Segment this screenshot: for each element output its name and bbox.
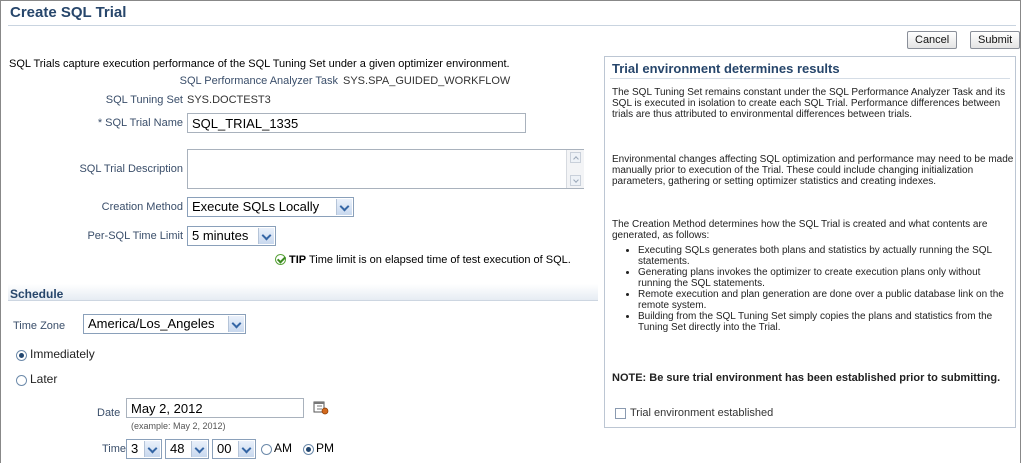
scroll-down-icon[interactable] xyxy=(570,175,581,186)
time-limit-label: Per-SQL Time Limit xyxy=(87,230,183,242)
date-label: Date xyxy=(97,407,121,419)
chevron-down-icon[interactable] xyxy=(336,199,352,215)
description-scrollbar[interactable] xyxy=(566,150,584,188)
chevron-down-icon[interactable] xyxy=(144,441,160,457)
hour-select[interactable]: 3 xyxy=(126,439,162,459)
spa-task-value: SYS.SPA_GUIDED_WORKFLOW xyxy=(343,75,511,87)
calendar-icon[interactable] xyxy=(313,400,329,415)
pm-label: PM xyxy=(316,441,334,455)
trial-description-textarea[interactable] xyxy=(187,149,584,189)
title-divider xyxy=(8,25,1016,26)
panel-paragraph-1: The SQL Tuning Set remains constant unde… xyxy=(612,87,1006,120)
sql-tuning-set-label: SQL Tuning Set xyxy=(105,94,183,106)
am-radio[interactable] xyxy=(261,444,272,455)
time-label: Time xyxy=(102,443,127,455)
list-item: Generating plans invokes the optimizer t… xyxy=(638,267,1014,289)
date-example: (example: May 2, 2012) xyxy=(131,421,226,431)
panel-divider xyxy=(610,78,1010,79)
chevron-down-icon[interactable] xyxy=(228,316,244,332)
intro-text: SQL Trials capture execution performance… xyxy=(9,58,510,70)
panel-note: NOTE: Be sure trial environment has been… xyxy=(612,372,1001,384)
sql-tuning-set-value: SYS.DOCTEST3 xyxy=(187,94,271,106)
tip-message: Time limit is on elapsed time of test ex… xyxy=(308,254,571,266)
immediately-label: Immediately xyxy=(30,347,95,361)
creation-method-value: Execute SQLs Locally xyxy=(192,199,320,214)
date-input[interactable] xyxy=(126,398,304,418)
hour-value: 3 xyxy=(131,441,139,456)
second-select[interactable]: 00 xyxy=(212,439,256,459)
scroll-up-icon[interactable] xyxy=(570,152,581,163)
later-label: Later xyxy=(30,372,58,386)
panel-bullet-list: Executing SQLs generates both plans and … xyxy=(612,245,1014,333)
am-label: AM xyxy=(274,441,292,455)
panel-paragraph-2: Environmental changes affecting SQL opti… xyxy=(612,154,1014,187)
second-value: 00 xyxy=(217,441,232,456)
chevron-down-icon[interactable] xyxy=(258,228,274,244)
timezone-value: America/Los_Angeles xyxy=(88,316,215,331)
timezone-select[interactable]: America/Los_Angeles xyxy=(83,314,246,334)
creation-method-select[interactable]: Execute SQLs Locally xyxy=(187,197,354,217)
list-item: Building from the SQL Tuning Set simply … xyxy=(638,311,1014,333)
panel-paragraph-3: The Creation Method determines how the S… xyxy=(612,219,988,241)
tip-check-icon xyxy=(275,254,286,265)
minute-select[interactable]: 48 xyxy=(165,439,209,459)
pm-radio[interactable] xyxy=(303,444,314,455)
panel-title: Trial environment determines results xyxy=(612,61,840,76)
chevron-down-icon[interactable] xyxy=(238,441,254,457)
trial-name-label: * SQL Trial Name xyxy=(97,117,183,129)
creation-method-label: Creation Method xyxy=(101,201,183,213)
later-radio[interactable] xyxy=(16,375,27,386)
trial-env-checkbox-label: Trial environment established xyxy=(630,407,774,419)
tip-text: TIP Time limit is on elapsed time of tes… xyxy=(289,254,571,266)
timezone-label: Time Zone xyxy=(13,320,66,332)
time-limit-value: 5 minutes xyxy=(192,228,249,243)
immediately-radio[interactable] xyxy=(16,350,27,361)
tip-label: TIP xyxy=(289,254,307,266)
schedule-title: Schedule xyxy=(10,287,64,301)
minute-value: 48 xyxy=(170,441,185,456)
schedule-header-bar xyxy=(8,284,598,301)
cancel-button[interactable]: Cancel xyxy=(907,31,958,49)
list-item: Executing SQLs generates both plans and … xyxy=(638,245,1014,267)
spa-task-label: SQL Performance Analyzer Task xyxy=(179,75,338,87)
page-title: Create SQL Trial xyxy=(10,4,127,21)
submit-button[interactable]: Submit xyxy=(970,31,1021,49)
trial-name-input[interactable] xyxy=(187,113,526,133)
chevron-down-icon[interactable] xyxy=(191,441,207,457)
time-limit-select[interactable]: 5 minutes xyxy=(187,226,276,246)
trial-description-label: SQL Trial Description xyxy=(79,163,183,175)
list-item: Remote execution and plan generation are… xyxy=(638,289,1014,311)
trial-env-checkbox[interactable] xyxy=(615,408,626,419)
